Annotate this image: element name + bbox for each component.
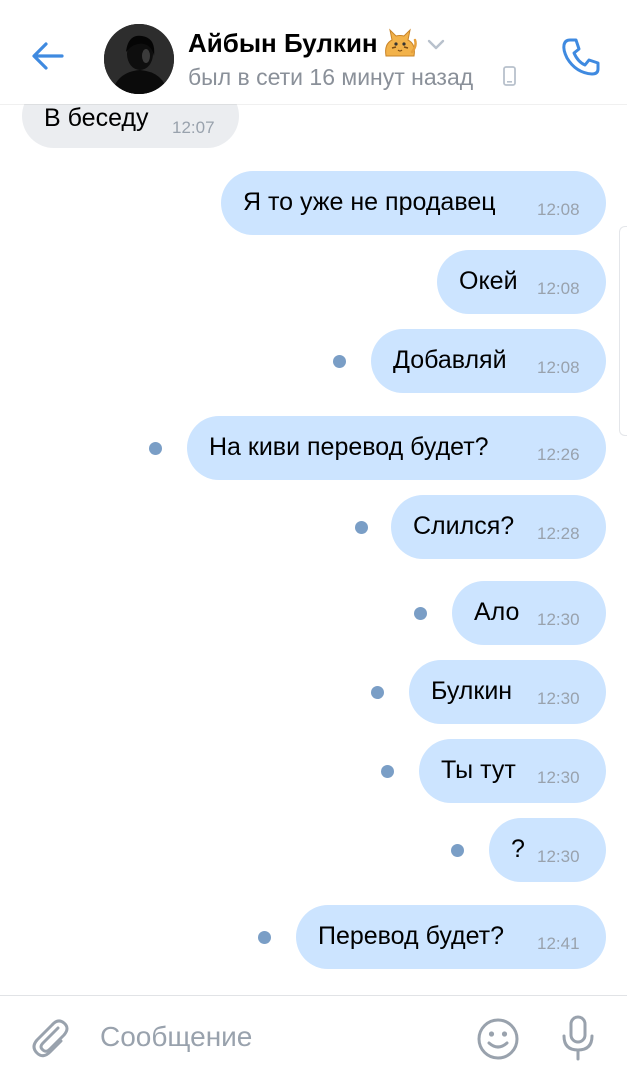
message-time: 12:30 [537,847,580,866]
message-bubble-outgoing[interactable]: Слился? 12:28 [391,495,606,559]
message-text: В беседу [44,104,149,132]
message-time: 12:08 [537,279,580,298]
message-time: 12:30 [537,689,580,708]
unread-indicator-dot [371,686,384,699]
cat-icon [385,28,417,57]
message-list[interactable]: В беседу 12:07 Я то уже не продавец 12:0… [0,0,627,995]
scrollbar[interactable] [619,226,627,436]
message-text: Ало [474,598,520,626]
message-text: Ты тут [441,756,516,784]
message-input[interactable] [96,1014,454,1060]
unread-indicator-dot [381,765,394,778]
message-bubble-outgoing[interactable]: Ало 12:30 [452,581,606,645]
chat-screen: В беседу 12:07 Я то уже не продавец 12:0… [0,0,627,1080]
message-time: 12:26 [537,445,580,464]
emoji-smile-icon[interactable] [475,1016,521,1062]
chat-header: Айбын Булкин был в сети 16 минут назад [0,0,627,104]
message-bubble-outgoing[interactable]: ? 12:30 [489,818,606,882]
message-time: 12:30 [537,610,580,629]
message-bubble-outgoing[interactable]: На киви перевод будет? 12:26 [187,416,606,480]
unread-indicator-dot [149,442,162,455]
paperclip-icon[interactable] [28,1016,72,1060]
message-bubble-outgoing[interactable]: Булкин 12:30 [409,660,606,724]
message-time: 12:07 [172,118,215,137]
mobile-phone-icon [503,66,516,86]
message-bubble-outgoing[interactable]: Добавляй 12:08 [371,329,606,393]
message-text: На киви перевод будет? [209,433,489,461]
message-bubble-outgoing[interactable]: Перевод будет? 12:41 [296,905,606,969]
microphone-icon[interactable] [558,1014,598,1062]
message-time: 12:08 [537,358,580,377]
unread-indicator-dot [258,931,271,944]
online-status: был в сети 16 минут назад [188,64,474,90]
unread-indicator-dot [355,521,368,534]
unread-indicator-dot [333,355,346,368]
message-time: 12:08 [537,200,580,219]
message-text: Перевод будет? [318,922,505,950]
avatar[interactable] [104,24,174,94]
message-composer [0,995,627,1080]
message-time: 12:30 [537,768,580,787]
message-text: Добавляй [393,346,507,374]
unread-indicator-dot [414,607,427,620]
message-text: Я то уже не продавец [243,188,496,216]
avatar-photo [104,24,174,94]
message-text: ? [511,835,525,863]
message-text: Булкин [431,677,513,705]
phone-call-icon[interactable] [558,34,604,80]
contact-name[interactable]: Айбын Булкин [188,28,378,59]
chevron-down-icon[interactable] [426,38,446,52]
message-text: Слился? [413,512,515,540]
message-time: 12:41 [537,934,580,953]
message-time: 12:28 [537,524,580,543]
message-bubble-outgoing[interactable]: Ты тут 12:30 [419,739,606,803]
unread-indicator-dot [451,844,464,857]
message-bubble-outgoing[interactable]: Я то уже не продавец 12:08 [221,171,606,235]
back-arrow-icon[interactable] [28,36,68,76]
message-text: Окей [459,267,518,295]
message-bubble-outgoing[interactable]: Окей 12:08 [437,250,606,314]
